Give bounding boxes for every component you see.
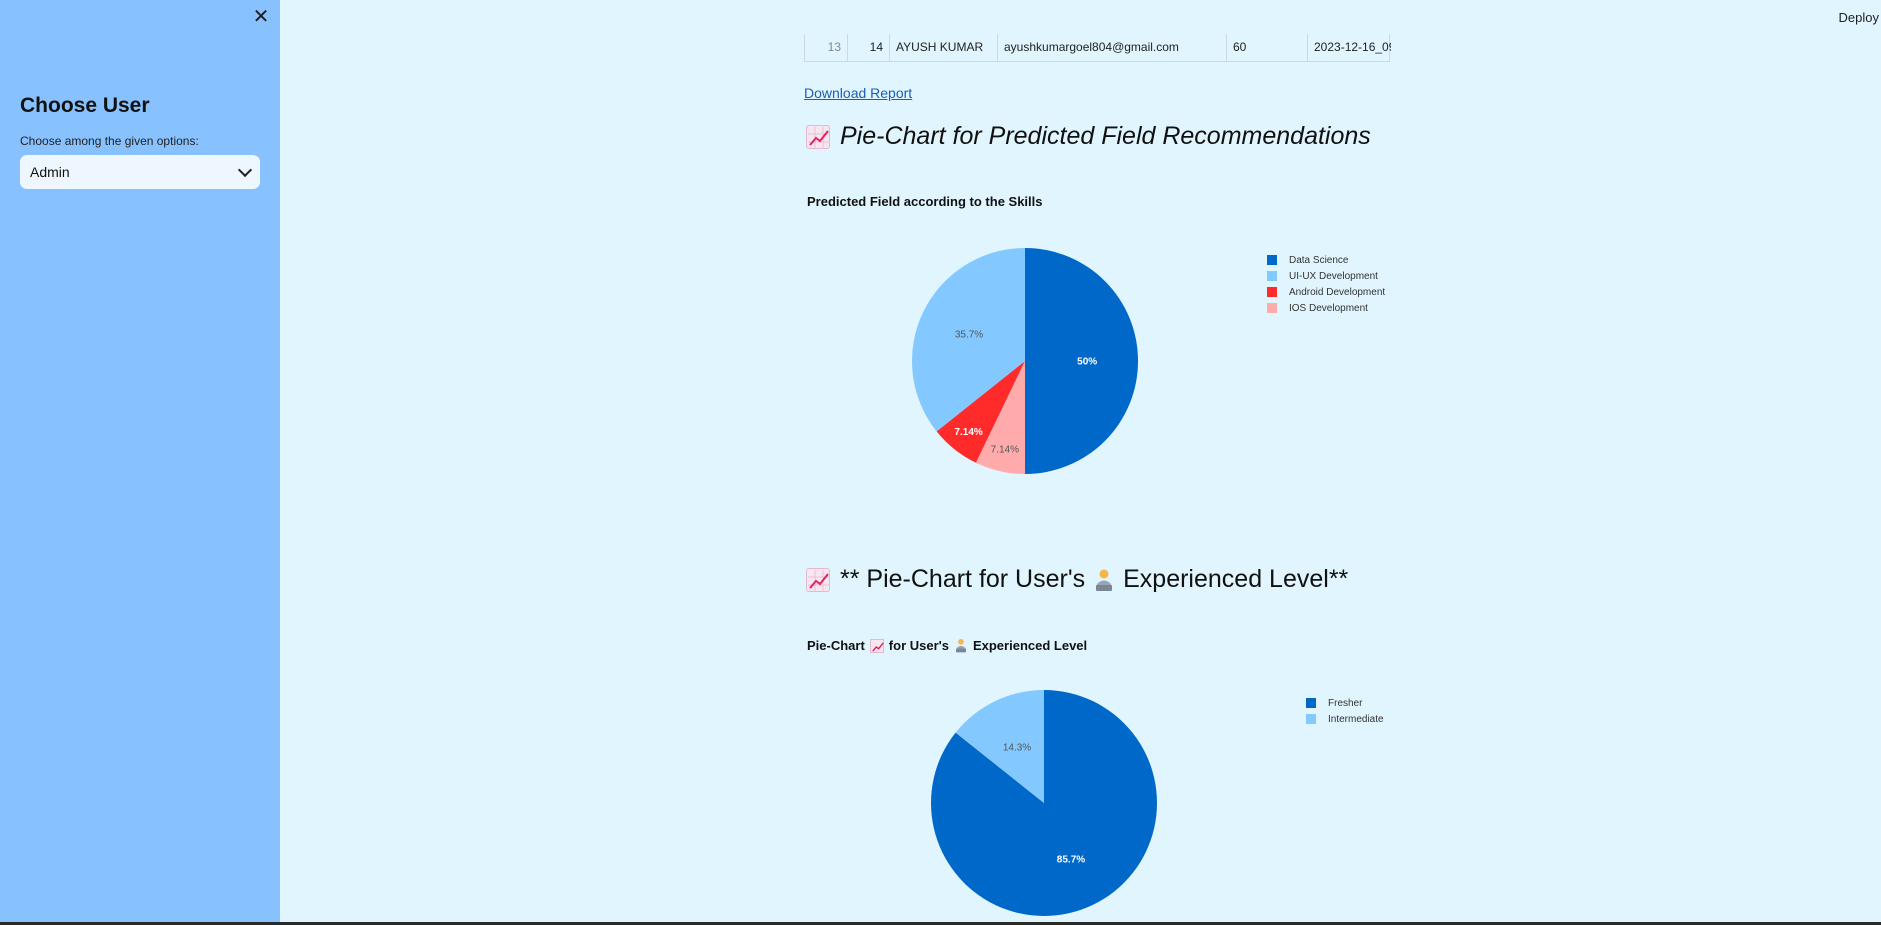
pie-chart-experience-level: 85.7% 14.3% (931, 690, 1157, 916)
legend-label: Fresher (1328, 697, 1363, 709)
pie-slice-label: 85.7% (1057, 854, 1085, 865)
legend-item[interactable]: Fresher (1306, 695, 1384, 711)
legend-label: Intermediate (1328, 713, 1384, 725)
chart-legend: Fresher Intermediate (1306, 695, 1384, 727)
legend-swatch (1306, 714, 1316, 724)
legend-item[interactable]: Intermediate (1306, 711, 1384, 727)
legend-swatch (1306, 698, 1316, 708)
pie-slice-label: 14.3% (1003, 743, 1031, 754)
